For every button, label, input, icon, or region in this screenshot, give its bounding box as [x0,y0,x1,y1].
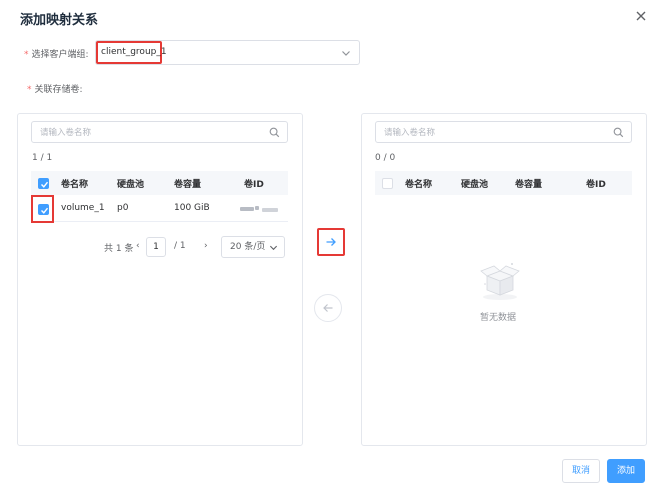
col-capacity: 卷容量 [515,180,543,190]
volumes-label: * 关联存储卷: [27,85,83,95]
cancel-button[interactable]: 取消 [562,459,600,483]
cell-volume-id-redacted [240,206,280,212]
page-size-select[interactable]: 20 条/页 [221,236,285,258]
target-count: 0 / 0 [375,153,396,163]
search-icon[interactable] [269,127,280,138]
row-checkbox-highlight [31,195,54,223]
cell-volume-name: volume_1 [61,203,105,213]
cell-disk-pool: p0 [117,203,129,213]
move-left-button[interactable] [314,294,342,322]
chevron-down-icon [342,51,350,56]
table-row[interactable]: volume_1 p0 100 GiB [31,195,288,222]
client-group-value: client_group_1 [96,41,167,64]
source-search-input[interactable] [40,126,240,139]
page-number-input[interactable]: 1 [146,237,166,257]
chevron-down-icon [269,245,278,251]
empty-box-icon [480,263,520,300]
empty-text: 暂无数据 [480,313,517,323]
col-volume-id: 卷ID [586,180,606,190]
col-disk-pool: 硬盘池 [117,180,145,190]
required-mark: * [27,85,32,95]
prev-page-icon[interactable]: ‹ [136,241,140,251]
col-volume-name: 卷名称 [61,180,89,190]
next-page-icon[interactable]: › [204,241,208,251]
dialog-title: 添加映射关系 [20,13,99,28]
required-mark: * [24,50,29,60]
pagination: 共 1 条 ‹ 1 / 1 › 20 条/页 [86,236,286,258]
target-table-header: 卷名称 硬盘池 卷容量 卷ID [375,171,632,195]
col-capacity: 卷容量 [174,180,202,190]
source-count: 1 / 1 [32,153,53,163]
source-volume-panel [17,113,303,446]
pagination-total: 共 1 条 [104,244,134,254]
add-button[interactable]: 添加 [607,459,645,483]
client-group-select[interactable]: client_group_1 [95,40,360,65]
arrow-left-icon [323,304,333,312]
search-icon[interactable] [613,127,624,138]
close-icon[interactable] [634,9,648,23]
cell-capacity: 100 GiB [174,203,210,213]
target-search-box[interactable] [375,121,632,143]
select-all-checkbox[interactable] [382,178,393,189]
move-right-button[interactable] [317,228,345,256]
col-disk-pool: 硬盘池 [461,180,489,190]
arrow-right-icon [326,238,336,246]
source-search-box[interactable] [31,121,288,143]
source-table-header: 卷名称 硬盘池 卷容量 卷ID [31,171,288,195]
target-search-input[interactable] [384,126,584,139]
check-icon [41,181,49,188]
col-volume-id: 卷ID [244,180,264,190]
page-total: / 1 [174,241,186,251]
select-all-checkbox[interactable] [38,178,49,189]
col-volume-name: 卷名称 [405,180,433,190]
client-group-label: * 选择客户端组: [24,50,89,60]
